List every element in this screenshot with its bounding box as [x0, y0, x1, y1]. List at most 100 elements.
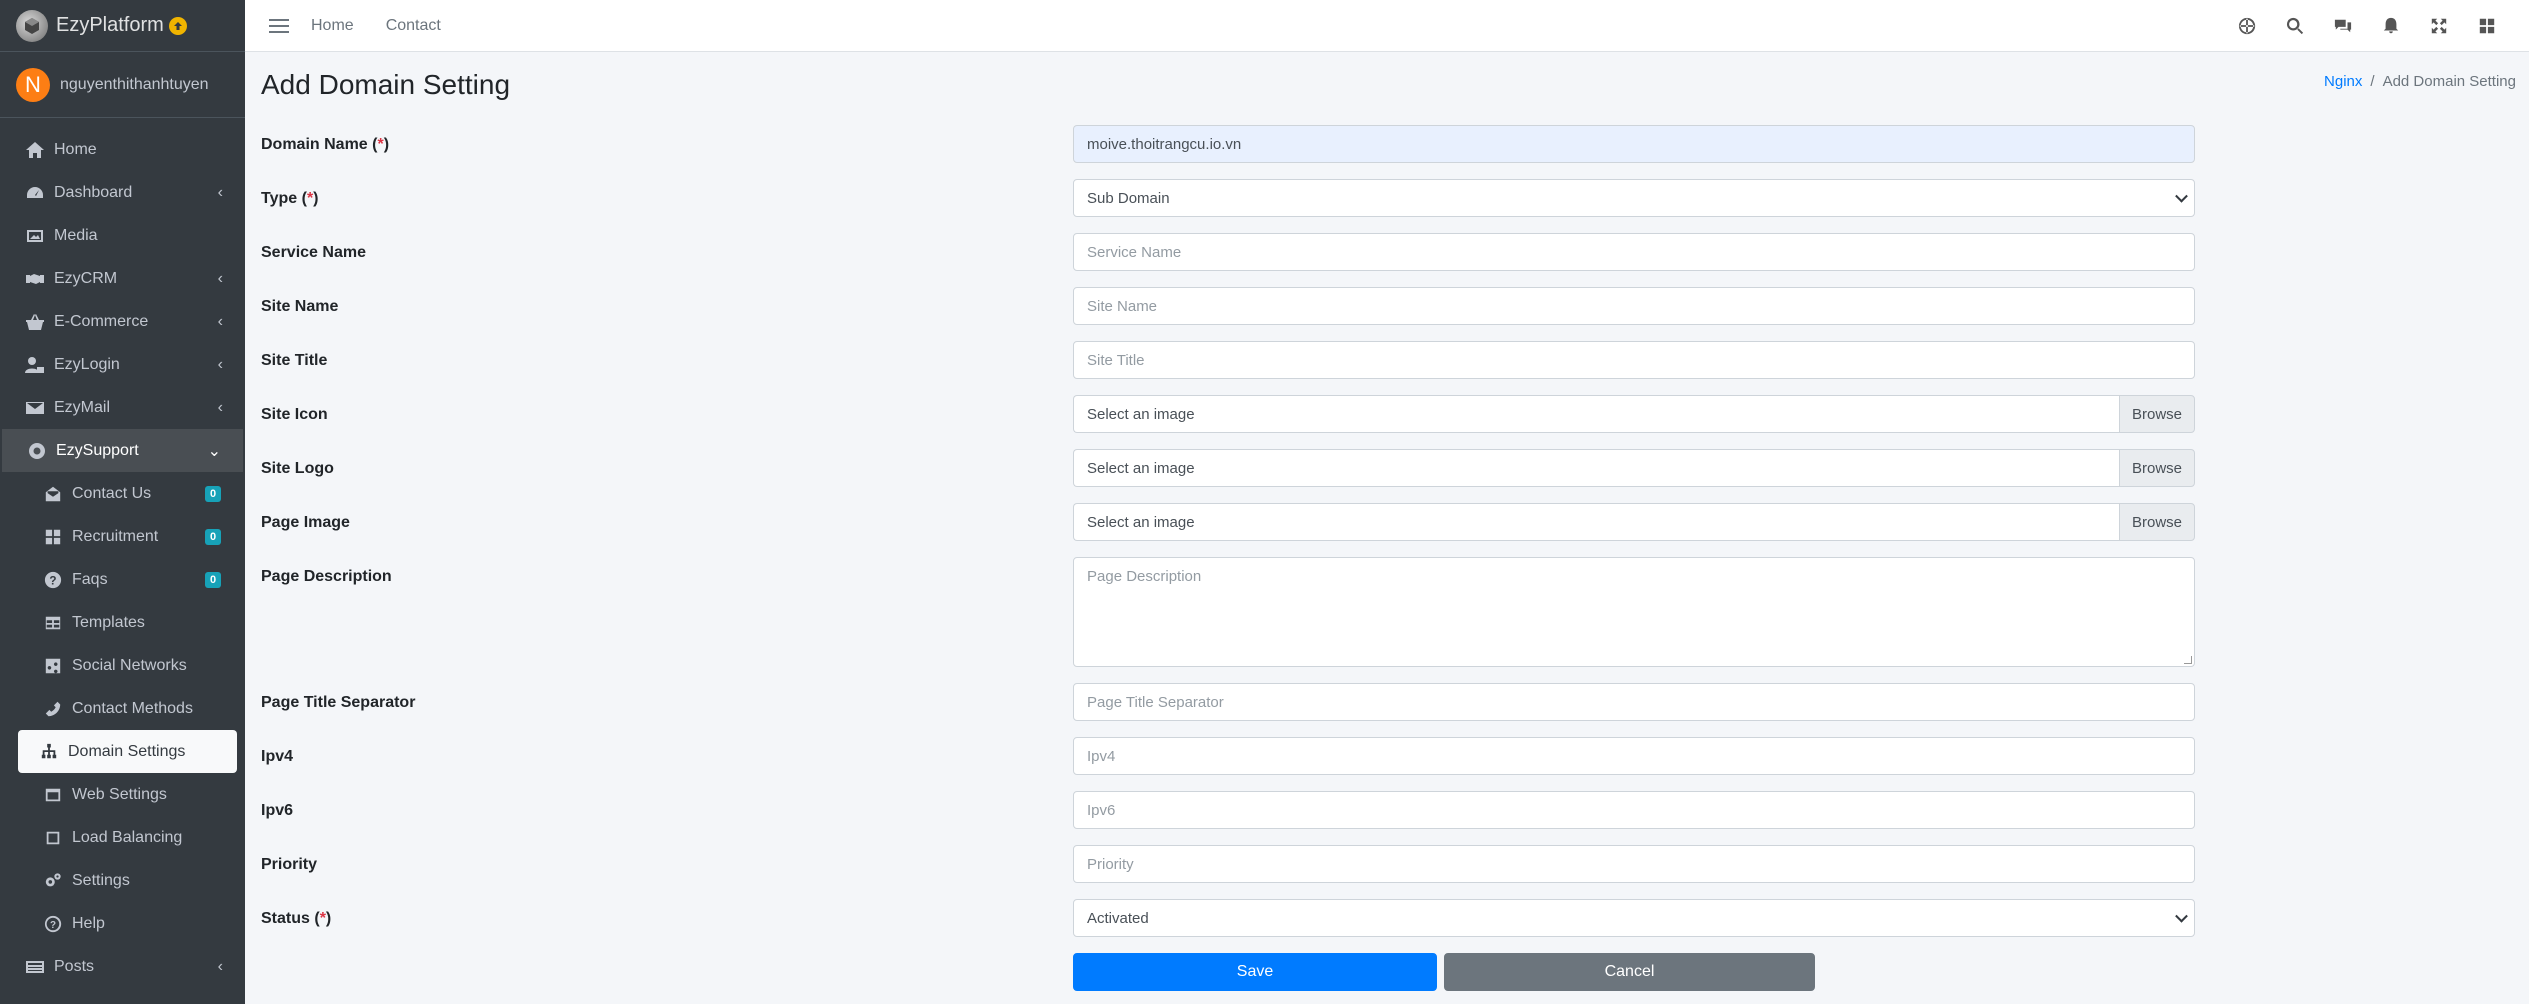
window-icon: [42, 784, 64, 806]
sidebar-item-contact-methods[interactable]: Contact Methods: [0, 687, 245, 730]
count-badge: 0: [205, 571, 221, 588]
sidebar-item-ezysupport[interactable]: EzySupport ⌄: [2, 429, 243, 472]
page-image-label: Page Image: [261, 514, 350, 531]
site-logo-browse-button[interactable]: Browse: [2119, 449, 2195, 487]
type-label: Type (*): [261, 190, 319, 207]
user-name[interactable]: nguyenthithanhtuyen: [60, 76, 209, 94]
site-logo-input[interactable]: Select an image: [1073, 449, 2119, 487]
sidebar-item-contact-us[interactable]: Contact Us 0: [0, 472, 245, 515]
sidebar-item-recruitment[interactable]: Recruitment 0: [0, 515, 245, 558]
cancel-button[interactable]: Cancel: [1444, 953, 1815, 991]
service-name-label: Service Name: [261, 244, 366, 261]
sidebar-item-help[interactable]: ? Help: [0, 902, 245, 945]
sidebar-item-label: Load Balancing: [72, 828, 183, 846]
sidebar-item-load-balancing[interactable]: Load Balancing: [0, 816, 245, 859]
basket-icon: [24, 311, 46, 333]
sidebar-item-domain-settings[interactable]: Domain Settings: [18, 730, 237, 773]
share-square-icon: [42, 655, 64, 677]
service-name-input[interactable]: Service Name: [1073, 233, 2195, 271]
sidebar-item-label: Templates: [72, 613, 145, 631]
site-name-input[interactable]: Site Name: [1073, 287, 2195, 325]
priority-label: Priority: [261, 856, 318, 873]
placeholder: Page Title Separator: [1087, 693, 1224, 711]
sidebar-item-ecommerce[interactable]: E-Commerce ‹: [0, 300, 245, 343]
chevron-left-icon: ‹: [217, 398, 223, 416]
chevron-left-icon: ‹: [217, 355, 223, 373]
sidebar-item-media[interactable]: Media: [0, 214, 245, 257]
home-icon: [24, 139, 46, 161]
chevron-down-icon: ⌄: [207, 442, 221, 460]
site-title-label: Site Title: [261, 352, 328, 369]
sidebar-item-label: Posts: [54, 957, 95, 975]
support-icon: [26, 440, 48, 462]
bell-icon[interactable]: [2367, 17, 2415, 35]
resize-grip-icon[interactable]: [2184, 656, 2192, 664]
sidebar-item-label: Media: [54, 226, 98, 244]
hamburger-menu-icon[interactable]: [269, 15, 289, 37]
sidebar-item-ezycrm[interactable]: EzyCRM ‹: [0, 257, 245, 300]
priority-input[interactable]: Priority: [1073, 845, 2195, 883]
th-large-icon: [42, 526, 64, 548]
type-select[interactable]: Sub Domain: [1073, 179, 2195, 217]
ipv4-label: Ipv4: [261, 748, 294, 765]
sidebar-item-dashboard[interactable]: Dashboard ‹: [0, 171, 245, 214]
count-badge: 0: [205, 528, 221, 545]
dashboard-icon: [24, 182, 46, 204]
ipv4-input[interactable]: Ipv4: [1073, 737, 2195, 775]
sidebar-item-label: EzyCRM: [54, 269, 118, 287]
envelope-icon: [24, 397, 46, 419]
page-image-browse-button[interactable]: Browse: [2119, 503, 2195, 541]
page-image-input[interactable]: Select an image: [1073, 503, 2119, 541]
phone-icon: [42, 698, 64, 720]
sidebar-item-home[interactable]: Home: [0, 128, 245, 171]
sidebar-item-posts[interactable]: Posts ‹: [0, 945, 245, 988]
sidebar-item-social-networks[interactable]: Social Networks: [0, 644, 245, 687]
comments-icon[interactable]: [2319, 17, 2367, 35]
save-button[interactable]: Save: [1073, 953, 1437, 991]
site-title-input[interactable]: Site Title: [1073, 341, 2195, 379]
sitemap-icon: [38, 741, 60, 763]
brand-name: EzyPlatform: [56, 14, 164, 36]
grid-icon[interactable]: [2463, 17, 2511, 35]
breadcrumb-current: Add Domain Setting: [2382, 73, 2516, 90]
sidebar-item-settings[interactable]: Settings: [0, 859, 245, 902]
site-icon-file-group: Select an image Browse: [1073, 395, 2195, 433]
globe-icon[interactable]: [2223, 17, 2271, 35]
expand-icon[interactable]: [2415, 17, 2463, 35]
site-icon-input[interactable]: Select an image: [1073, 395, 2119, 433]
search-icon[interactable]: [2271, 17, 2319, 35]
page-description-textarea[interactable]: Page Description: [1073, 557, 2195, 667]
breadcrumb-separator: /: [2370, 73, 2375, 90]
page-title-separator-input[interactable]: Page Title Separator: [1073, 683, 2195, 721]
placeholder: Service Name: [1087, 243, 1182, 261]
sidebar-item-templates[interactable]: Templates: [0, 601, 245, 644]
placeholder: Site Name: [1087, 297, 1158, 315]
nav-link-contact[interactable]: Contact: [386, 17, 441, 35]
svg-text:?: ?: [50, 920, 56, 931]
domain-name-input[interactable]: moive.thoitrangcu.io.vn: [1073, 125, 2195, 163]
sidebar-item-label: Home: [54, 140, 97, 158]
ipv6-input[interactable]: Ipv6: [1073, 791, 2195, 829]
sidebar-item-ezymail[interactable]: EzyMail ‹: [0, 386, 245, 429]
page-description-label: Page Description: [261, 568, 392, 585]
breadcrumb: Nginx / Add Domain Setting: [2324, 73, 2516, 90]
sidebar-item-label: Domain Settings: [68, 742, 186, 760]
main-content: Add Domain Setting Nginx / Add Domain Sett…: [245, 53, 2529, 1004]
breadcrumb-nginx[interactable]: Nginx: [2324, 73, 2362, 90]
brand[interactable]: EzyPlatform: [0, 0, 245, 52]
placeholder: Priority: [1087, 855, 1134, 873]
sidebar-item-web-settings[interactable]: Web Settings: [0, 773, 245, 816]
sidebar-item-faqs[interactable]: ? Faqs 0: [0, 558, 245, 601]
status-label: Status (*): [261, 910, 332, 927]
placeholder: Ipv4: [1087, 747, 1116, 765]
site-icon-browse-button[interactable]: Browse: [2119, 395, 2195, 433]
sidebar-item-label: Contact Methods: [72, 699, 193, 717]
status-select[interactable]: Activated: [1073, 899, 2195, 937]
sidebar-item-label: E-Commerce: [54, 312, 149, 330]
sidebar-item-ezylogin[interactable]: EzyLogin ‹: [0, 343, 245, 386]
site-icon-label: Site Icon: [261, 406, 328, 423]
handshake-icon: [24, 268, 46, 290]
top-icons: [2223, 0, 2511, 52]
user-panel[interactable]: N nguyenthithanhtuyen: [0, 52, 245, 118]
nav-link-home[interactable]: Home: [311, 17, 354, 35]
